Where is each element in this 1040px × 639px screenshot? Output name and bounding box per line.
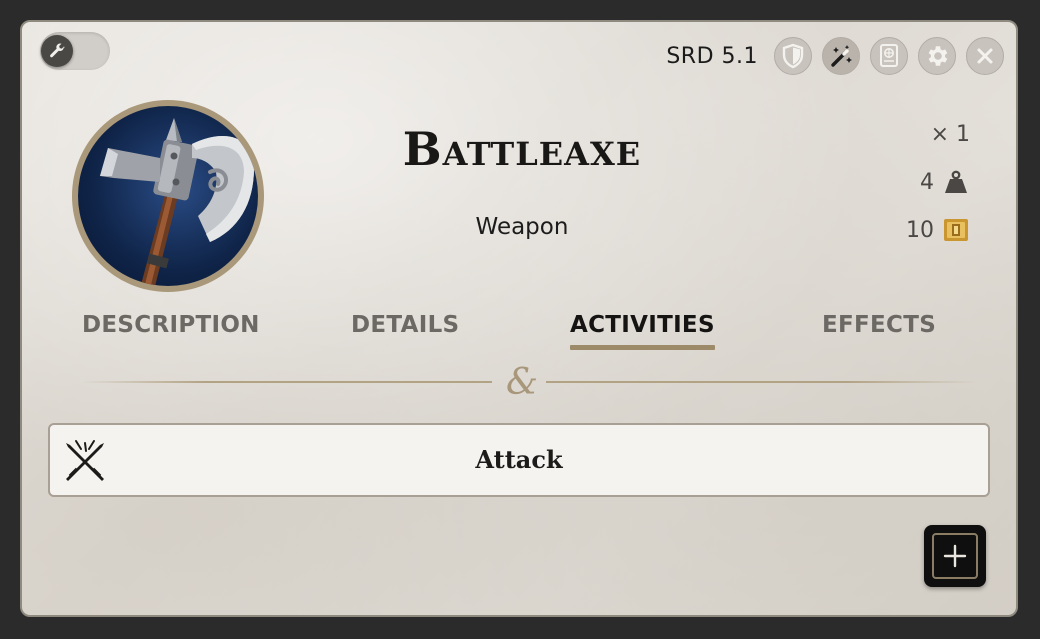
gold-coin-icon — [942, 216, 970, 244]
wrench-icon — [41, 35, 73, 67]
activity-row[interactable]: Attack — [48, 423, 990, 497]
battleaxe-icon — [78, 106, 258, 286]
sheet-tabs: DESCRIPTION DETAILS ACTIVITIES EFFECTS — [22, 312, 1016, 352]
price-value[interactable]: 10 — [906, 218, 934, 243]
tab-effects[interactable]: EFFECTS — [822, 312, 936, 338]
close-icon[interactable] — [966, 37, 1004, 75]
header-controls: SRD 5.1 — [666, 37, 1004, 75]
divider-line-right — [546, 381, 976, 383]
plus-icon — [932, 533, 978, 579]
gear-icon[interactable] — [918, 37, 956, 75]
shield-icon[interactable] — [774, 37, 812, 75]
item-name[interactable]: Battleaxe — [322, 122, 722, 176]
quantity-stat: × 1 — [931, 122, 970, 147]
price-stat: 10 — [906, 216, 970, 244]
tab-activities[interactable]: ACTIVITIES — [570, 312, 715, 350]
tab-details[interactable]: DETAILS — [351, 312, 459, 338]
activity-name: Attack — [475, 445, 563, 474]
section-divider: & — [82, 362, 976, 403]
weight-value[interactable]: 4 — [920, 170, 934, 195]
magic-wand-icon[interactable] — [822, 37, 860, 75]
weight-icon — [942, 168, 970, 196]
ampersand-ornament-icon: & — [505, 362, 539, 403]
weight-stat: 4 — [920, 168, 970, 196]
source-label: SRD 5.1 — [666, 43, 758, 69]
edit-mode-toggle[interactable] — [40, 32, 110, 70]
divider-line-left — [82, 381, 492, 383]
item-type: Weapon — [475, 214, 569, 240]
quantity-value[interactable]: × 1 — [931, 122, 970, 147]
tab-description[interactable]: DESCRIPTION — [82, 312, 260, 338]
add-activity-button[interactable] — [924, 525, 986, 587]
item-portrait[interactable] — [72, 100, 264, 292]
compendium-icon[interactable] — [870, 37, 908, 75]
item-sheet: SRD 5.1 Battleaxe Weapon × 1 4 10 DESCRI… — [20, 20, 1018, 617]
